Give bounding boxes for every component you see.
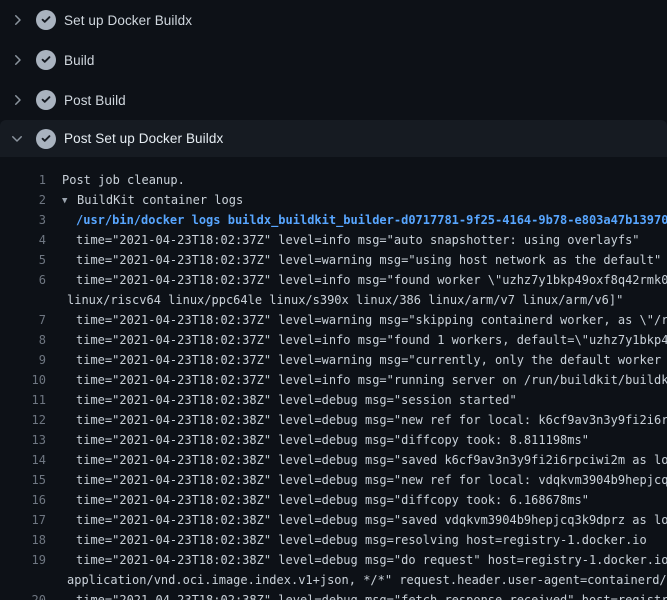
log-line-text: time="2021-04-23T18:02:37Z" level=warnin…: [62, 350, 667, 370]
log-line: linux/riscv64 linux/ppc64le linux/s390x …: [0, 290, 667, 310]
log-line-text: time="2021-04-23T18:02:37Z" level=info m…: [62, 330, 667, 350]
log-line: 11 time="2021-04-23T18:02:38Z" level=deb…: [0, 390, 667, 410]
chevron-down-icon: [9, 131, 25, 147]
step-row-build[interactable]: Build: [0, 40, 667, 80]
log-command-text: /usr/bin/docker logs buildx_buildkit_bui…: [62, 210, 667, 230]
log-line: 14 time="2021-04-23T18:02:38Z" level=deb…: [0, 450, 667, 470]
check-circle-icon: [36, 50, 56, 70]
log-line: 1 Post job cleanup.: [0, 170, 667, 190]
check-circle-icon: [36, 10, 56, 30]
chevron-right-icon: [9, 12, 25, 28]
log-line-number[interactable]: 16: [0, 490, 46, 510]
log-line-text: time="2021-04-23T18:02:38Z" level=debug …: [62, 510, 667, 530]
log-line-number[interactable]: 4: [0, 230, 46, 250]
log-line-text: time="2021-04-23T18:02:37Z" level=info m…: [62, 270, 667, 290]
log-line-number[interactable]: 13: [0, 430, 46, 450]
log-line-text: time="2021-04-23T18:02:37Z" level=info m…: [62, 370, 667, 390]
check-circle-icon: [36, 129, 56, 149]
log-line: 20 time="2021-04-23T18:02:38Z" level=deb…: [0, 590, 667, 600]
log-line-number[interactable]: 7: [0, 310, 46, 330]
chevron-right-icon: [9, 92, 25, 108]
log-group-toggle: ▼BuildKit container logs: [62, 190, 667, 210]
log-line-text: time="2021-04-23T18:02:38Z" level=debug …: [62, 590, 667, 600]
log-area: 1 Post job cleanup. 2 ▼BuildKit containe…: [0, 170, 667, 600]
log-line-text: time="2021-04-23T18:02:38Z" level=debug …: [62, 530, 667, 550]
log-line: 18 time="2021-04-23T18:02:38Z" level=deb…: [0, 530, 667, 550]
log-line-number[interactable]: 5: [0, 250, 46, 270]
log-line-text: time="2021-04-23T18:02:38Z" level=debug …: [62, 390, 667, 410]
log-line: 6 time="2021-04-23T18:02:37Z" level=info…: [0, 270, 667, 290]
log-line-text: time="2021-04-23T18:02:37Z" level=warnin…: [62, 250, 667, 270]
log-line-text: time="2021-04-23T18:02:38Z" level=debug …: [62, 470, 667, 490]
step-label: Post Set up Docker Buildx: [64, 131, 223, 146]
log-line-text: time="2021-04-23T18:02:38Z" level=debug …: [62, 430, 667, 450]
log-line-number: [0, 290, 46, 310]
log-line-text: application/vnd.oci.image.index.v1+json,…: [62, 570, 667, 590]
log-line: application/vnd.oci.image.index.v1+json,…: [0, 570, 667, 590]
log-line-number[interactable]: 20: [0, 590, 46, 600]
step-label: Set up Docker Buildx: [64, 13, 192, 28]
log-line-number: [0, 570, 46, 590]
log-line-number[interactable]: 1: [0, 170, 46, 190]
group-collapse-triangle-icon[interactable]: ▼: [62, 191, 77, 210]
log-line-text: time="2021-04-23T18:02:38Z" level=debug …: [62, 490, 667, 510]
log-line: 5 time="2021-04-23T18:02:37Z" level=warn…: [0, 250, 667, 270]
check-circle-icon: [36, 90, 56, 110]
log-line: 4 time="2021-04-23T18:02:37Z" level=info…: [0, 230, 667, 250]
log-line: 15 time="2021-04-23T18:02:38Z" level=deb…: [0, 470, 667, 490]
step-list: Set up Docker Buildx Build Post Build Po…: [0, 0, 667, 157]
chevron-right-icon: [9, 52, 25, 68]
log-line-number[interactable]: 3: [0, 210, 46, 230]
log-line: 17 time="2021-04-23T18:02:38Z" level=deb…: [0, 510, 667, 530]
log-line: 9 time="2021-04-23T18:02:37Z" level=warn…: [0, 350, 667, 370]
log-line: 12 time="2021-04-23T18:02:38Z" level=deb…: [0, 410, 667, 430]
log-line-number[interactable]: 18: [0, 530, 46, 550]
log-line: 7 time="2021-04-23T18:02:37Z" level=warn…: [0, 310, 667, 330]
log-line-number[interactable]: 11: [0, 390, 46, 410]
step-label: Build: [64, 53, 95, 68]
log-line-text: time="2021-04-23T18:02:38Z" level=debug …: [62, 450, 667, 470]
log-line-number[interactable]: 10: [0, 370, 46, 390]
group-title[interactable]: BuildKit container logs: [77, 193, 243, 207]
actions-job-log-viewer: Set up Docker Buildx Build Post Build Po…: [0, 0, 667, 600]
log-line-number[interactable]: 17: [0, 510, 46, 530]
log-line-text: Post job cleanup.: [62, 170, 667, 190]
step-label: Post Build: [64, 93, 126, 108]
log-line-number[interactable]: 15: [0, 470, 46, 490]
log-line: 19 time="2021-04-23T18:02:38Z" level=deb…: [0, 550, 667, 570]
step-row-post-build[interactable]: Post Build: [0, 80, 667, 120]
log-line-number[interactable]: 19: [0, 550, 46, 570]
log-line: 2 ▼BuildKit container logs: [0, 190, 667, 210]
log-line: 13 time="2021-04-23T18:02:38Z" level=deb…: [0, 430, 667, 450]
log-line-text: time="2021-04-23T18:02:38Z" level=debug …: [62, 410, 667, 430]
step-row-set-up-docker-buildx[interactable]: Set up Docker Buildx: [0, 0, 667, 40]
log-line-text: time="2021-04-23T18:02:37Z" level=warnin…: [62, 310, 667, 330]
log-line-number[interactable]: 8: [0, 330, 46, 350]
log-line-text: time="2021-04-23T18:02:37Z" level=info m…: [62, 230, 667, 250]
log-line-number[interactable]: 12: [0, 410, 46, 430]
log-line-text: linux/riscv64 linux/ppc64le linux/s390x …: [62, 290, 667, 310]
step-row-post-set-up-docker-buildx[interactable]: Post Set up Docker Buildx: [0, 120, 667, 157]
log-line-number[interactable]: 6: [0, 270, 46, 290]
log-line-text: time="2021-04-23T18:02:38Z" level=debug …: [62, 550, 667, 570]
log-line: 3 /usr/bin/docker logs buildx_buildkit_b…: [0, 210, 667, 230]
log-line: 10 time="2021-04-23T18:02:37Z" level=inf…: [0, 370, 667, 390]
log-line-number[interactable]: 14: [0, 450, 46, 470]
log-line-number[interactable]: 9: [0, 350, 46, 370]
log-line: 16 time="2021-04-23T18:02:38Z" level=deb…: [0, 490, 667, 510]
log-line-number[interactable]: 2: [0, 190, 46, 210]
log-line: 8 time="2021-04-23T18:02:37Z" level=info…: [0, 330, 667, 350]
